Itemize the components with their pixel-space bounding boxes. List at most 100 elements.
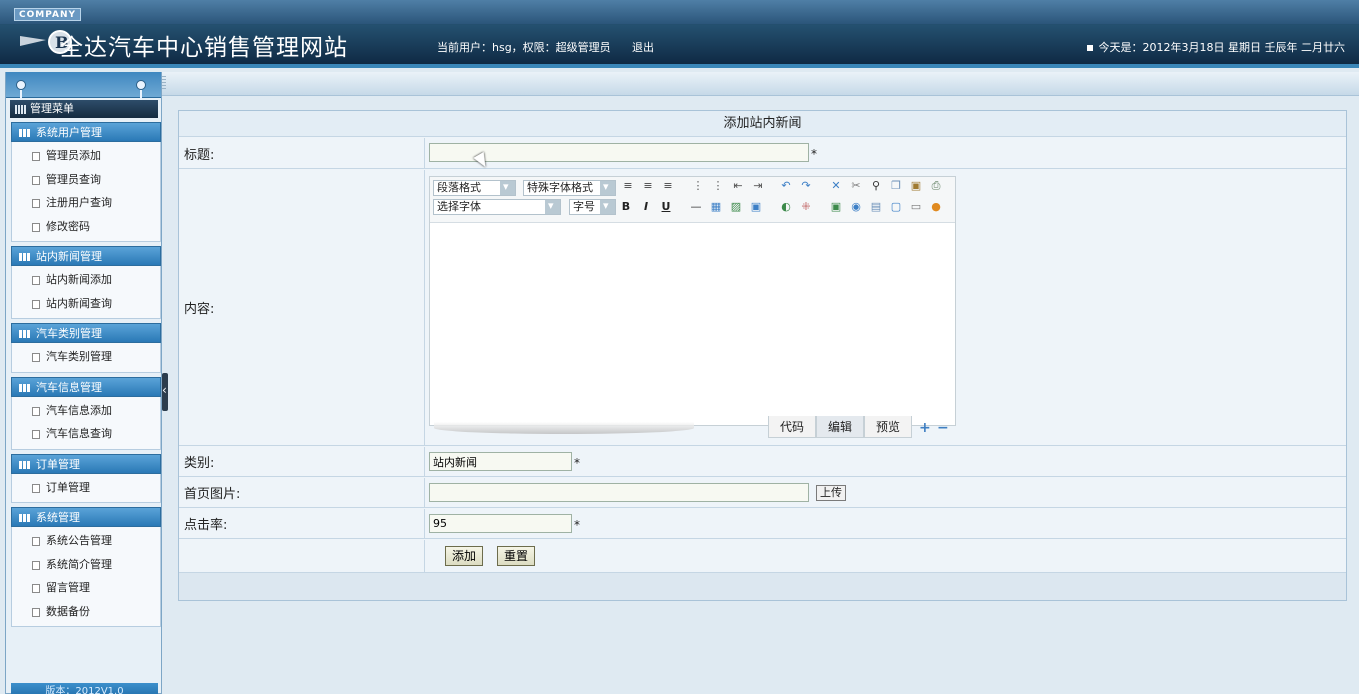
insert-table-icon[interactable]: ▦ bbox=[709, 200, 723, 214]
insert-media-icon[interactable]: ▣ bbox=[749, 200, 763, 214]
clicks-row: 点击率: * bbox=[179, 509, 1346, 539]
paragraph-format-select[interactable]: 段落格式 bbox=[433, 180, 516, 196]
sidebar-item-intro[interactable]: 系统简介管理 bbox=[12, 553, 160, 577]
sidebar-item-news-query[interactable]: 站内新闻查询 bbox=[12, 292, 160, 316]
clicks-label: 点击率: bbox=[179, 509, 425, 538]
editor-content-area[interactable] bbox=[430, 223, 955, 425]
grid-icon bbox=[19, 383, 30, 392]
template-icon[interactable]: ▤ bbox=[869, 200, 883, 214]
image-path-input[interactable] bbox=[429, 483, 809, 502]
bold-button[interactable]: B bbox=[619, 200, 633, 214]
special-format-select[interactable]: 特殊字体格式 bbox=[523, 180, 616, 196]
editor-tab-edit[interactable]: 编辑 bbox=[816, 416, 865, 438]
editor-shadow bbox=[434, 422, 694, 434]
insert-image-icon[interactable]: ▨ bbox=[729, 200, 743, 214]
sidebar-item-car-add[interactable]: 汽车信息添加 bbox=[12, 399, 160, 423]
menu-group-header[interactable]: 汽车类别管理 bbox=[11, 323, 161, 343]
indent-icon[interactable]: ⇥ bbox=[751, 179, 765, 193]
sidebar-item-news-add[interactable]: 站内新闻添加 bbox=[12, 268, 160, 292]
grid-icon bbox=[19, 460, 30, 469]
required-mark: * bbox=[574, 518, 580, 532]
undo-icon[interactable]: ↶ bbox=[779, 179, 793, 193]
editor-tab-code[interactable]: 代码 bbox=[768, 416, 817, 438]
sidebar-item-label: 修改密码 bbox=[46, 219, 90, 233]
content-label: 内容: bbox=[179, 170, 425, 445]
sidebar-collapse-handle[interactable] bbox=[162, 373, 168, 411]
help-icon[interactable]: ● bbox=[929, 200, 943, 214]
header-top-strip bbox=[0, 0, 1359, 24]
upload-button[interactable]: 上传 bbox=[816, 485, 846, 501]
form-caption: 添加站内新闻 bbox=[179, 111, 1346, 137]
preview-icon[interactable]: ▢ bbox=[889, 200, 903, 214]
pin-icon bbox=[136, 80, 146, 102]
grid-icon bbox=[15, 105, 26, 114]
sidebar-item-label: 站内新闻查询 bbox=[46, 296, 112, 310]
sidebar-item-messages[interactable]: 留言管理 bbox=[12, 576, 160, 600]
logout-link[interactable]: 退出 bbox=[632, 39, 654, 55]
find-icon[interactable]: ⚲ bbox=[869, 179, 883, 193]
sidebar-item-label: 订单管理 bbox=[46, 480, 90, 494]
sidebar-item-car-category[interactable]: 汽车类别管理 bbox=[12, 345, 160, 369]
cut-icon[interactable]: ✂ bbox=[849, 179, 863, 193]
add-button[interactable]: 添加 bbox=[445, 546, 484, 566]
document-icon bbox=[32, 276, 40, 285]
category-label: 类别: bbox=[179, 447, 425, 476]
document-icon bbox=[32, 199, 40, 208]
menu-group-header[interactable]: 汽车信息管理 bbox=[11, 376, 161, 397]
collapse-minus-icon[interactable]: − bbox=[937, 421, 949, 435]
horizontal-rule-icon[interactable]: — bbox=[689, 200, 703, 214]
editor-tab-preview[interactable]: 预览 bbox=[864, 416, 913, 438]
page-icon[interactable]: ▭ bbox=[909, 200, 923, 214]
menu-group-header[interactable]: 系统用户管理 bbox=[11, 122, 161, 142]
underline-button[interactable]: U bbox=[659, 200, 673, 214]
sidebar-item-orders[interactable]: 订单管理 bbox=[12, 476, 160, 500]
font-family-select[interactable]: 选择字体 bbox=[433, 199, 561, 215]
sidebar-item-label: 数据备份 bbox=[46, 604, 90, 618]
document-icon bbox=[32, 222, 40, 232]
paragraph-format-label: 段落格式 bbox=[437, 181, 481, 194]
menu-title: 管理菜单 bbox=[10, 100, 158, 118]
copy-icon[interactable]: ❐ bbox=[889, 179, 903, 193]
italic-button[interactable]: I bbox=[639, 200, 653, 214]
reset-button[interactable]: 重置 bbox=[497, 546, 536, 566]
sidebar-item-car-query[interactable]: 汽车信息查询 bbox=[12, 422, 160, 446]
clicks-input[interactable] bbox=[429, 514, 572, 533]
sidebar-item-admin-add[interactable]: 管理员添加 bbox=[12, 144, 160, 168]
sidebar-top bbox=[6, 72, 161, 100]
expand-plus-icon[interactable]: + bbox=[919, 421, 931, 435]
chevron-down-icon bbox=[545, 199, 560, 214]
paste-icon[interactable]: ▣ bbox=[909, 179, 923, 193]
group-title: 汽车类别管理 bbox=[36, 327, 102, 340]
sidebar-item-announcement[interactable]: 系统公告管理 bbox=[12, 529, 160, 553]
special-format-label: 特殊字体格式 bbox=[527, 181, 593, 194]
special-char-icon[interactable]: ⁜ bbox=[799, 200, 813, 214]
menu-group-header[interactable]: 订单管理 bbox=[11, 453, 161, 474]
redo-icon[interactable]: ↷ bbox=[799, 179, 813, 193]
sidebar-item-registered-users[interactable]: 注册用户查询 bbox=[12, 191, 160, 215]
sidebar-item-backup[interactable]: 数据备份 bbox=[12, 600, 160, 624]
insert-object-icon[interactable]: ▣ bbox=[829, 200, 843, 214]
category-input[interactable] bbox=[429, 452, 572, 471]
document-icon bbox=[32, 560, 40, 570]
insert-link-icon[interactable]: ◉ bbox=[849, 200, 863, 214]
insert-flash-icon[interactable]: ◐ bbox=[779, 200, 793, 214]
unordered-list-icon[interactable]: ⋮ bbox=[711, 179, 725, 193]
sidebar-item-change-password[interactable]: 修改密码 bbox=[12, 215, 160, 239]
menu-group-header[interactable]: 站内新闻管理 bbox=[11, 246, 161, 266]
menu-group-header[interactable]: 系统管理 bbox=[11, 507, 161, 527]
title-row: 标题: * bbox=[179, 138, 1346, 169]
actions-label-cell bbox=[179, 540, 425, 572]
sidebar-item-admin-query[interactable]: 管理员查询 bbox=[12, 168, 160, 192]
print-icon[interactable]: ⎙ bbox=[929, 179, 943, 193]
grid-icon bbox=[19, 330, 30, 338]
align-left-icon[interactable]: ≡ bbox=[621, 179, 635, 193]
delete-icon[interactable]: ✕ bbox=[829, 179, 843, 193]
align-right-icon[interactable]: ≡ bbox=[661, 179, 675, 193]
align-center-icon[interactable]: ≡ bbox=[641, 179, 655, 193]
font-size-select[interactable]: 字号 bbox=[569, 199, 616, 215]
ordered-list-icon[interactable]: ⋮ bbox=[691, 179, 705, 193]
outdent-icon[interactable]: ⇤ bbox=[731, 179, 745, 193]
document-icon bbox=[32, 607, 40, 617]
chevron-down-icon bbox=[500, 180, 515, 195]
content-row: 内容: 段落格式 特殊字体格式 选择字体 字号 ≡ ≡ ≡ ⋮ ⋮ ⇤ ⇥ ↶ … bbox=[179, 170, 1346, 446]
